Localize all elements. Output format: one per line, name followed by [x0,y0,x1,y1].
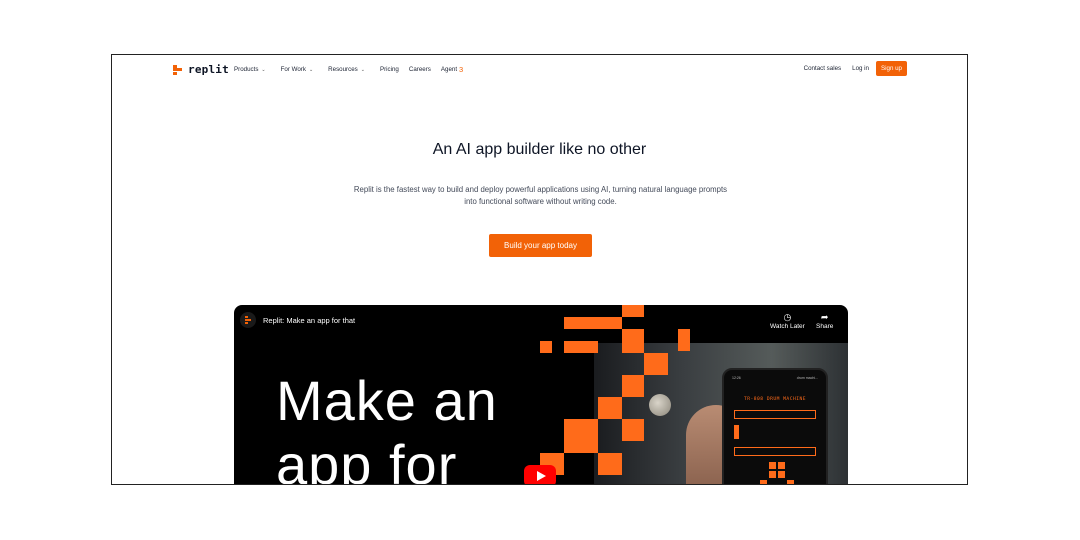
nav-label: Resources [328,66,358,73]
share-label: Share [816,323,834,330]
drum-pad [769,471,776,478]
pixel-block [598,453,622,475]
phone-time: 12:26 [732,376,741,380]
channel-avatar[interactable] [240,312,256,328]
pixel-block [644,353,668,375]
nav-item-agent[interactable]: Agent 3 [441,65,463,74]
watch-later-label: Watch Later [770,323,805,330]
nav-label: For Work [280,66,306,73]
nav-item-careers[interactable]: Careers [409,65,431,74]
phone-select-row [734,447,816,456]
phone-mockup: 12:26 drum machi... TR-808 DRUM MACHINE [722,368,828,484]
nav-label: Agent [440,66,458,73]
overlay-line-1: Make an [276,369,498,432]
phone-status-bar: 12:26 drum machi... [732,376,818,380]
share-icon: ➦ [820,312,829,322]
drum-pad [760,480,767,484]
pixel-block [622,329,644,353]
nav-item-resources[interactable]: Resources ⌄ [328,65,365,74]
pixel-block [622,419,644,441]
build-app-button[interactable]: Build your app today [489,234,592,257]
pixel-block [678,329,690,351]
replit-logo-icon [173,64,183,75]
pixel-block [564,419,598,453]
clock-icon: ◷ [783,312,792,322]
pixel-block [598,397,622,419]
top-navigation: replit Products ⌄ For Work ⌄ Resources ⌄… [112,55,967,85]
drum-pad [778,462,785,469]
phone-control-row [734,410,816,419]
moon-lamp [649,394,671,416]
pixel-block [564,317,622,329]
nav-label: Careers [408,66,431,73]
overlay-line-2: app for [276,433,458,485]
contact-sales-link[interactable]: Contact sales [804,65,842,72]
nav-item-pricing[interactable]: Pricing [380,65,399,74]
chevron-down-icon: ⌄ [308,66,314,73]
phone-waveform [734,425,814,439]
nav-label: Pricing [379,66,399,73]
chevron-down-icon: ⌄ [261,66,266,73]
youtube-play-icon[interactable] [524,465,556,484]
drum-pad [769,462,776,469]
watch-later-button[interactable]: ◷ Watch Later [770,312,805,330]
chevron-down-icon: ⌄ [360,66,365,73]
video-title[interactable]: Replit: Make an app for that [263,316,355,325]
phone-url: drum machi... [796,376,818,380]
replit-logo[interactable]: replit [173,63,229,76]
login-link[interactable]: Log in [852,65,869,72]
signup-button[interactable]: Sign up [876,61,907,76]
drum-pad [787,480,794,484]
share-button[interactable]: ➦ Share [816,312,833,330]
nav-actions: Contact sales Log in Sign up [804,61,907,76]
nav-label: Products [234,66,259,73]
pixel-block [622,375,644,397]
video-overlay-text: Make an app for [276,369,498,485]
brand-name: replit [188,63,229,76]
phone-app-title: TR-808 DRUM MACHINE [743,397,807,402]
drum-pad [778,471,785,478]
pixel-block [540,341,552,353]
nav-links: Products ⌄ For Work ⌄ Resources ⌄ Pricin… [234,65,478,74]
nav-item-products[interactable]: Products ⌄ [234,65,266,74]
browser-viewport: replit Products ⌄ For Work ⌄ Resources ⌄… [111,54,968,485]
agent-version-badge: 3 [459,65,464,74]
hero-title: An AI app builder like no other [432,141,647,158]
hero-description: Replit is the fastest way to build and d… [353,185,728,206]
pixel-block [622,305,644,317]
nav-item-for-work[interactable]: For Work ⌄ [281,65,314,74]
pixel-block [564,341,598,353]
video-player[interactable]: 12:26 drum machi... TR-808 DRUM MACHINE … [234,305,848,485]
